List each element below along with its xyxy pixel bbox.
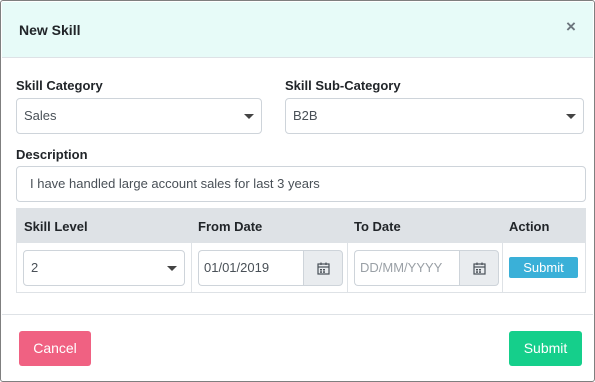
header-skill-level: Skill Level xyxy=(24,219,88,234)
calendar-icon xyxy=(473,262,486,275)
header-from-date: From Date xyxy=(198,219,263,234)
skill-level-value: 2 xyxy=(31,260,39,275)
modal-header: New Skill × xyxy=(2,2,593,58)
to-date-input[interactable]: DD/MM/YYYY xyxy=(354,250,460,286)
footer-divider xyxy=(2,314,593,315)
header-to-date: To Date xyxy=(354,219,401,234)
cancel-button[interactable]: Cancel xyxy=(19,331,91,366)
skill-subcategory-select[interactable]: B2B xyxy=(285,98,584,134)
chevron-down-icon xyxy=(244,114,254,119)
skill-category-select[interactable]: Sales xyxy=(16,98,262,134)
skill-category-label: Skill Category xyxy=(16,78,103,93)
description-input[interactable]: I have handled large account sales for l… xyxy=(16,166,586,202)
from-date-picker-button[interactable] xyxy=(303,250,343,286)
chevron-down-icon xyxy=(167,266,177,271)
skill-subcategory-value: B2B xyxy=(293,108,318,123)
calendar-icon xyxy=(317,262,330,275)
column-divider xyxy=(191,243,192,292)
header-action: Action xyxy=(509,219,550,234)
submit-button[interactable]: Submit xyxy=(509,331,582,366)
table-header: Skill Level From Date To Date Action xyxy=(17,209,585,243)
row-submit-button[interactable]: Submit xyxy=(509,257,578,278)
column-divider xyxy=(502,243,503,292)
new-skill-modal: New Skill × Skill Category Sales Skill S… xyxy=(0,0,595,382)
close-icon[interactable]: × xyxy=(563,18,579,36)
chevron-down-icon xyxy=(566,114,576,119)
to-date-picker-button[interactable] xyxy=(459,250,499,286)
description-label: Description xyxy=(16,147,88,162)
column-divider xyxy=(347,243,348,292)
skill-category-value: Sales xyxy=(24,108,57,123)
skill-subcategory-label: Skill Sub-Category xyxy=(285,78,401,93)
modal-title: New Skill xyxy=(19,22,81,38)
skill-level-select[interactable]: 2 xyxy=(23,250,185,286)
from-date-input[interactable]: 01/01/2019 xyxy=(198,250,304,286)
